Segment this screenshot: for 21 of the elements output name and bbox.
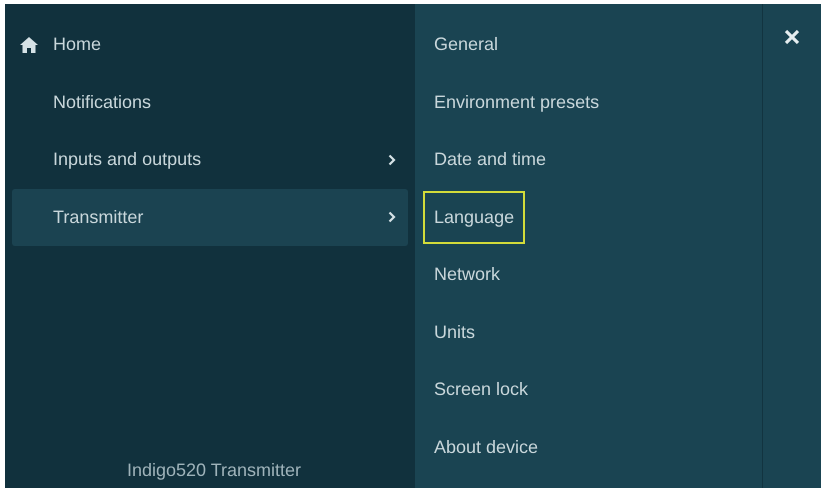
menu-item[interactable]: Notifications bbox=[12, 74, 408, 131]
submenu-item[interactable]: About device bbox=[423, 420, 550, 474]
home-icon bbox=[20, 36, 38, 53]
submenu-item[interactable]: Language bbox=[423, 190, 526, 244]
submenu-item[interactable]: Network bbox=[423, 248, 512, 302]
menu-item-label: Home bbox=[53, 33, 102, 56]
menu-item[interactable]: Inputs and outputs bbox=[12, 131, 408, 188]
submenu-item[interactable]: General bbox=[423, 18, 510, 72]
submenu-item[interactable]: Units bbox=[423, 306, 486, 359]
submenu-item[interactable]: Screen lock bbox=[423, 363, 540, 416]
menu-item[interactable]: Home bbox=[12, 16, 408, 74]
device-name: Indigo520 Transmitter bbox=[126, 459, 302, 482]
menu-item-label: Inputs and outputs bbox=[53, 148, 202, 172]
submenu-item[interactable]: Environment presets bbox=[423, 76, 610, 129]
chevron-right-icon bbox=[388, 154, 396, 166]
menu-item-label: Transmitter bbox=[53, 206, 144, 229]
submenu-item[interactable]: Date and time bbox=[423, 133, 558, 186]
menu-item-label: Notifications bbox=[53, 90, 152, 114]
close-icon bbox=[784, 29, 800, 45]
menu-item[interactable]: Transmitter bbox=[12, 188, 408, 246]
chevron-right-icon bbox=[388, 211, 396, 224]
